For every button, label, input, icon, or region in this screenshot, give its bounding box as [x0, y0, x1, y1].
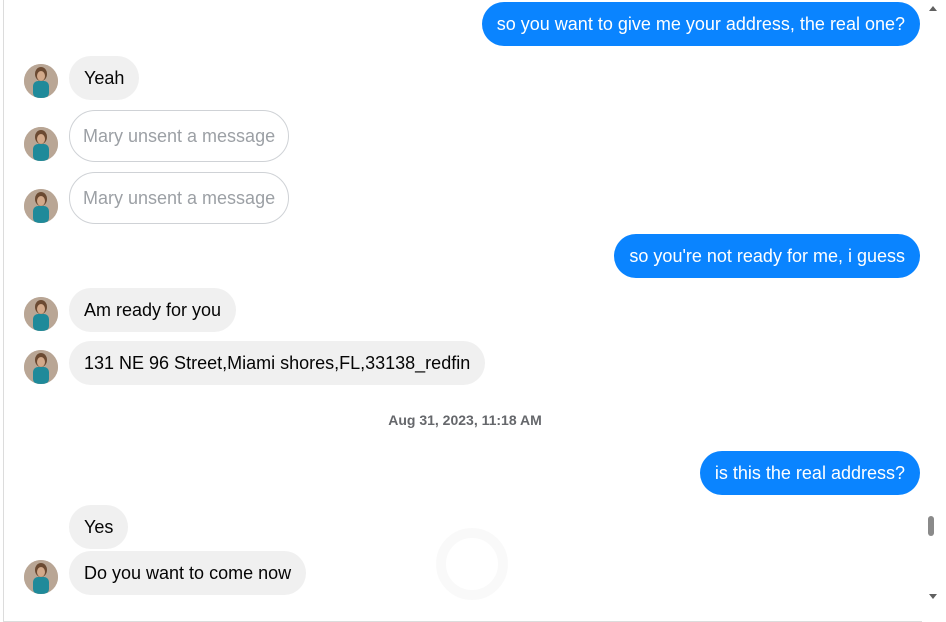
loading-spinner — [436, 528, 508, 600]
conversation-thread[interactable]: so you want to give me your address, the… — [3, 0, 923, 622]
outgoing-message[interactable]: so you want to give me your address, the… — [481, 2, 920, 46]
incoming-message[interactable]: Am ready for you — [69, 288, 237, 332]
incoming-message[interactable]: Yes — [69, 505, 129, 549]
outgoing-message[interactable]: is this the real address? — [699, 451, 920, 495]
avatar-icon[interactable] — [24, 64, 58, 98]
avatar-icon[interactable] — [24, 189, 58, 223]
incoming-message[interactable]: 131 NE 96 Street,Miami shores,FL,33138_r… — [69, 341, 486, 385]
chevron-down-icon[interactable] — [929, 594, 937, 599]
incoming-message[interactable]: Yeah — [69, 56, 140, 100]
avatar-icon[interactable] — [24, 560, 58, 594]
incoming-message[interactable]: Do you want to come now — [69, 551, 307, 595]
outgoing-message[interactable]: so you're not ready for me, i guess — [614, 234, 920, 278]
avatar-icon[interactable] — [24, 297, 58, 331]
avatar-icon[interactable] — [24, 350, 58, 384]
vertical-scrollbar[interactable] — [922, 0, 946, 622]
unsent-message-notice: Mary unsent a message — [69, 110, 290, 162]
chevron-up-icon[interactable] — [929, 6, 937, 11]
message-timestamp: Aug 31, 2023, 11:18 AM — [388, 412, 542, 428]
avatar-icon[interactable] — [24, 127, 58, 161]
scrollbar-thumb[interactable] — [928, 516, 934, 536]
unsent-message-notice: Mary unsent a message — [69, 172, 290, 224]
